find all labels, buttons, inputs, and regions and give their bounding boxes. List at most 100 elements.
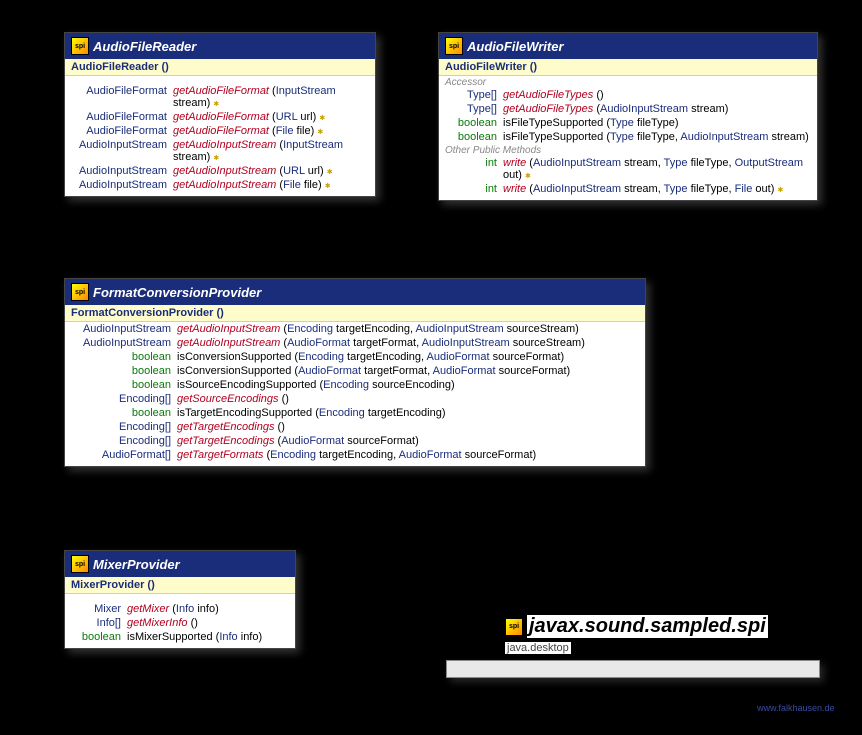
package-strip [446,660,820,678]
method-name: getTargetEncodings [177,435,274,447]
package-name: javax.sound.sampled.spi [527,615,768,638]
throws-icon: ✱ [777,187,783,194]
param-name: url [300,111,312,123]
param-name: file [297,125,311,137]
throws-icon: ✱ [325,183,331,190]
method-row: booleanisConversionSupported (Encoding t… [65,350,645,364]
method-signature: isConversionSupported (Encoding targetEn… [177,351,564,363]
return-type: boolean [445,131,503,143]
param-type: Encoding [323,379,369,391]
method-signature: getAudioInputStream (File file) ✱ [173,179,331,191]
method-row: Encoding[]getTargetEncodings (AudioForma… [65,434,645,448]
method-row: AudioFileFormatgetAudioFileFormat (File … [65,124,375,138]
param-name: url [308,165,320,177]
class-audiofilewriter: spi AudioFileWriter AudioFileWriter () A… [438,32,818,201]
return-type: Info[] [71,617,127,629]
param-type: Type [664,157,688,169]
param-name: fileType [691,157,729,169]
param-type: AudioFormat [399,449,462,461]
method-name: isTargetEncodingSupported [177,407,312,419]
return-type: Encoding[] [71,393,177,405]
method-signature: getMixer (Info info) [127,603,219,615]
method-name: isMixerSupported [127,631,213,643]
param-name: stream [624,183,658,195]
param-type: Encoding [270,449,316,461]
constructor: AudioFileWriter () [439,59,817,76]
class-formatconversionprovider: spi FormatConversionProvider FormatConve… [64,278,646,467]
spi-icon: spi [445,37,463,55]
param-type: AudioFormat [298,365,361,377]
return-type: boolean [445,117,503,129]
class-title: AudioFileReader [93,39,196,54]
method-name: getSourceEncodings [177,393,279,405]
param-type: AudioInputStream [533,183,621,195]
method-name: getAudioInputStream [177,323,280,335]
method-name: getAudioFileTypes [503,89,593,101]
class-audiofilereader: spi AudioFileReader AudioFileReader () A… [64,32,376,197]
return-type: AudioInputStream [71,165,173,177]
method-row: Encoding[]getTargetEncodings () [65,420,645,434]
param-name: targetEncoding [347,351,421,363]
method-row: AudioInputStreamgetAudioInputStream (Inp… [65,138,375,164]
return-type: AudioInputStream [71,323,177,335]
method-row: AudioFileFormatgetAudioFileFormat (URL u… [65,110,375,124]
method-name: getMixer [127,603,169,615]
method-signature: getTargetEncodings () [177,421,285,433]
param-type: Type [610,117,634,129]
return-type: boolean [71,351,177,363]
method-row: booleanisTargetEncodingSupported (Encodi… [65,406,645,420]
section-accessor: Accessor [439,76,817,88]
param-name: out [755,183,770,195]
param-name: sourceFormat [499,365,567,377]
class-header: spi FormatConversionProvider [65,279,645,305]
method-signature: getAudioFileTypes () [503,89,604,101]
param-name: stream [691,103,725,115]
class-title: FormatConversionProvider [93,285,261,300]
param-type: AudioFormat [433,365,496,377]
class-header: spi AudioFileReader [65,33,375,59]
method-name: isConversionSupported [177,351,291,363]
method-row: intwrite (AudioInputStream stream, Type … [439,156,817,182]
param-name: targetEncoding [336,323,410,335]
method-row: booleanisFileTypeSupported (Type fileTyp… [439,130,817,144]
method-name: getAudioInputStream [173,179,276,191]
method-signature: getTargetEncodings (AudioFormat sourceFo… [177,435,419,447]
method-row: AudioInputStreamgetAudioInputStream (Fil… [65,178,375,192]
return-type: AudioFileFormat [71,85,173,109]
method-name: getAudioInputStream [177,337,280,349]
credit-link[interactable]: www.falkhausen.de [757,703,835,713]
method-name: isConversionSupported [177,365,291,377]
method-name: isFileTypeSupported [503,131,603,143]
method-row: booleanisFileTypeSupported (Type fileTyp… [439,116,817,130]
method-signature: getMixerInfo () [127,617,198,629]
param-type: Type [664,183,688,195]
param-type: File [276,125,294,137]
return-type: int [445,157,503,181]
param-type: URL [276,111,298,123]
constructor: MixerProvider () [65,577,295,594]
method-signature: getSourceEncodings () [177,393,289,405]
method-list-afw-acc: Type[]getAudioFileTypes ()Type[]getAudio… [439,88,817,144]
method-signature: write (AudioInputStream stream, Type fil… [503,157,811,181]
method-name: write [503,183,526,195]
method-row: booleanisMixerSupported (Info info) [65,630,295,644]
method-signature: getTargetFormats (Encoding targetEncodin… [177,449,536,461]
method-list-afr: AudioFileFormatgetAudioFileFormat (Input… [65,84,375,192]
return-type: boolean [71,631,127,643]
method-row: Encoding[]getSourceEncodings () [65,392,645,406]
throws-icon: ✱ [319,115,325,122]
param-type: Info [176,603,194,615]
return-type: AudioInputStream [71,139,173,163]
param-name: fileType [691,183,729,195]
method-name: getMixerInfo [127,617,188,629]
param-type: AudioInputStream [422,337,510,349]
return-type: Type[] [445,89,503,101]
param-name: targetEncoding [319,449,393,461]
param-type: Encoding [287,323,333,335]
spi-icon: spi [71,37,89,55]
param-name: sourceFormat [347,435,415,447]
class-title: MixerProvider [93,557,180,572]
package-label: spi javax.sound.sampled.spi [505,615,768,638]
param-type: AudioFormat [427,351,490,363]
method-row: AudioInputStreamgetAudioInputStream (Enc… [65,322,645,336]
